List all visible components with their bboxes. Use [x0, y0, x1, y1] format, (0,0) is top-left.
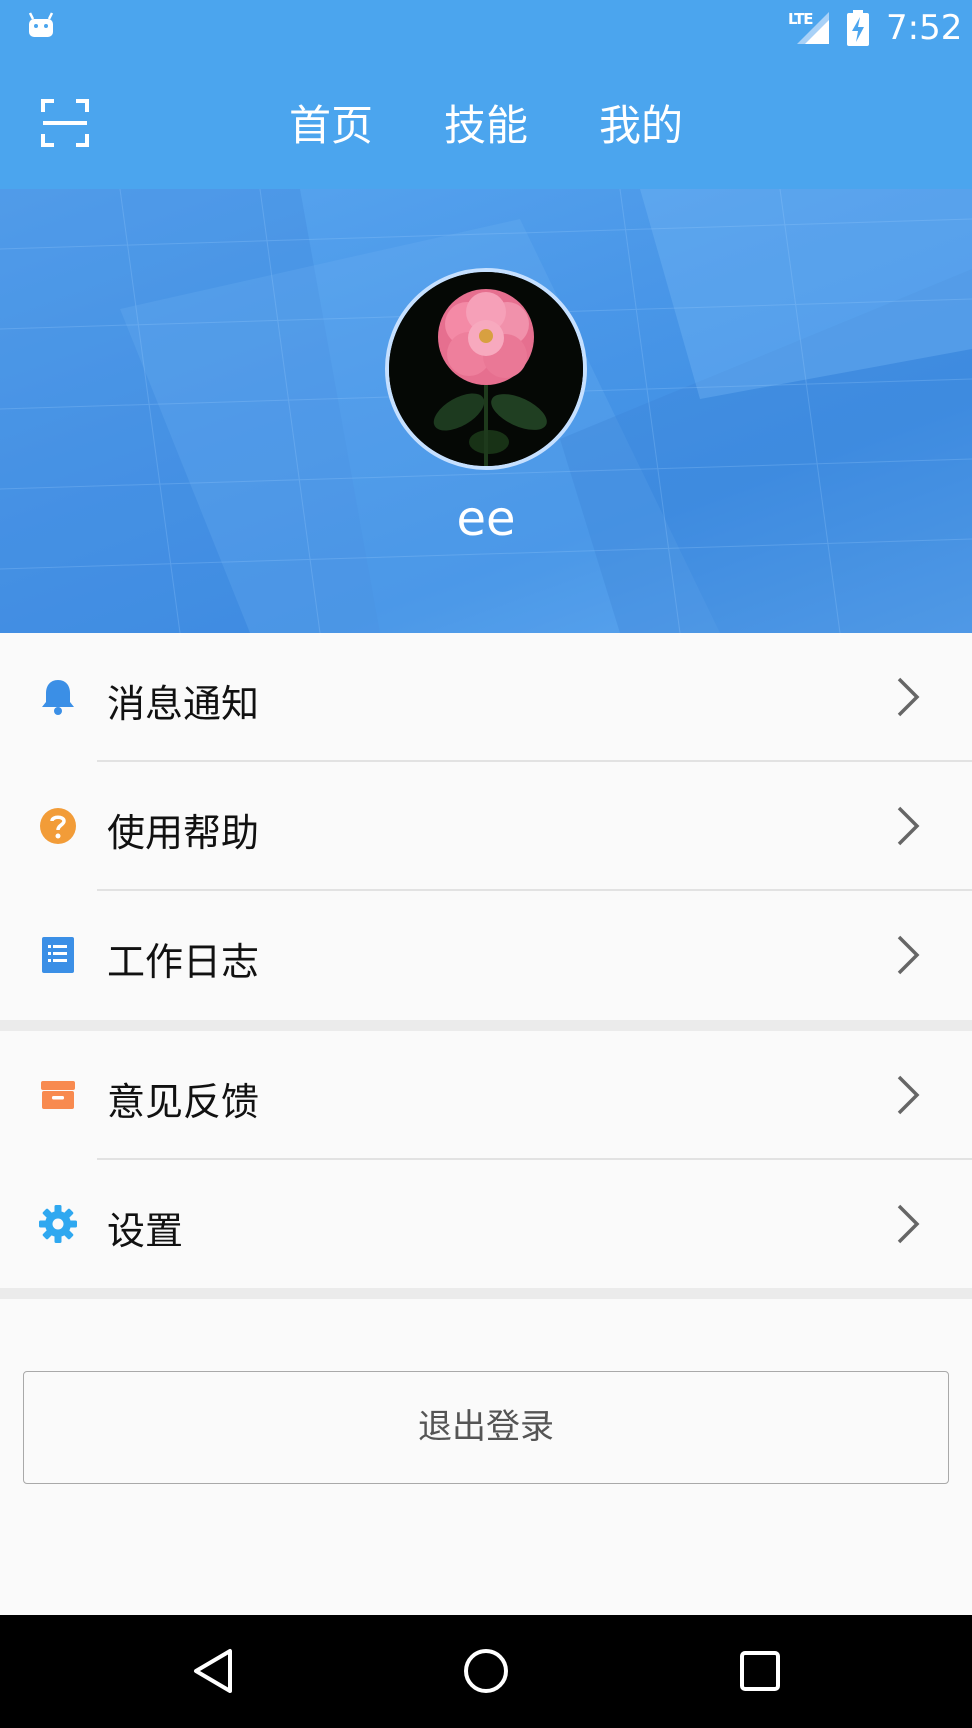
- avatar-rose-image: [389, 272, 583, 466]
- chevron-right-icon: [897, 1075, 920, 1115]
- avatar[interactable]: [385, 268, 587, 470]
- notebook-icon: [42, 937, 74, 973]
- gear-icon: [39, 1205, 77, 1243]
- android-notification-icon: [28, 12, 54, 37]
- battery-charging-icon: [847, 10, 869, 46]
- tab-skills[interactable]: 技能: [436, 92, 536, 152]
- chevron-right-icon: [897, 677, 920, 717]
- screen: LTE 7:52 首页 技能 我的 ee 消息通知 使用帮助 工作日志 意见反馈…: [0, 0, 972, 1728]
- chevron-right-icon: [897, 806, 920, 846]
- clock: 7:52: [886, 8, 963, 48]
- system-nav-bar: [0, 1615, 972, 1728]
- tab-home[interactable]: 首页: [281, 92, 381, 152]
- section-separator: [0, 1020, 972, 1031]
- back-icon[interactable]: [190, 1647, 236, 1695]
- menu-group-secondary: 意见反馈 设置: [0, 1031, 972, 1288]
- top-tab-bar: 首页 技能 我的: [0, 56, 972, 213]
- logout-button[interactable]: 退出登录: [23, 1371, 949, 1484]
- chevron-right-icon: [897, 935, 920, 975]
- network-type: LTE: [788, 10, 814, 28]
- scan-icon[interactable]: [40, 98, 90, 148]
- menu-item-feedback[interactable]: 意见反馈: [0, 1031, 972, 1159]
- feedback-box-icon: [41, 1081, 75, 1109]
- menu-group-primary: 消息通知 使用帮助 工作日志: [0, 633, 972, 1020]
- menu-item-help[interactable]: 使用帮助: [0, 762, 972, 890]
- status-bar: LTE 7:52: [0, 0, 972, 56]
- menu-item-work-log[interactable]: 工作日志: [0, 891, 972, 1019]
- menu-item-label: 工作日志: [107, 940, 260, 984]
- home-icon[interactable]: [462, 1647, 510, 1695]
- menu-item-label: 消息通知: [107, 682, 260, 726]
- menu-item-label: 使用帮助: [107, 811, 260, 855]
- menu-item-settings[interactable]: 设置: [0, 1160, 972, 1288]
- profile-header: ee: [0, 189, 972, 633]
- menu-item-label: 意见反馈: [107, 1080, 260, 1124]
- bell-icon: [42, 680, 74, 715]
- chevron-right-icon: [897, 1204, 920, 1244]
- username: ee: [456, 491, 516, 547]
- recents-icon[interactable]: [738, 1647, 782, 1695]
- menu-item-label: 设置: [107, 1209, 184, 1253]
- help-icon: [40, 808, 76, 844]
- menu-item-notifications[interactable]: 消息通知: [0, 633, 972, 761]
- section-separator: [0, 1288, 972, 1299]
